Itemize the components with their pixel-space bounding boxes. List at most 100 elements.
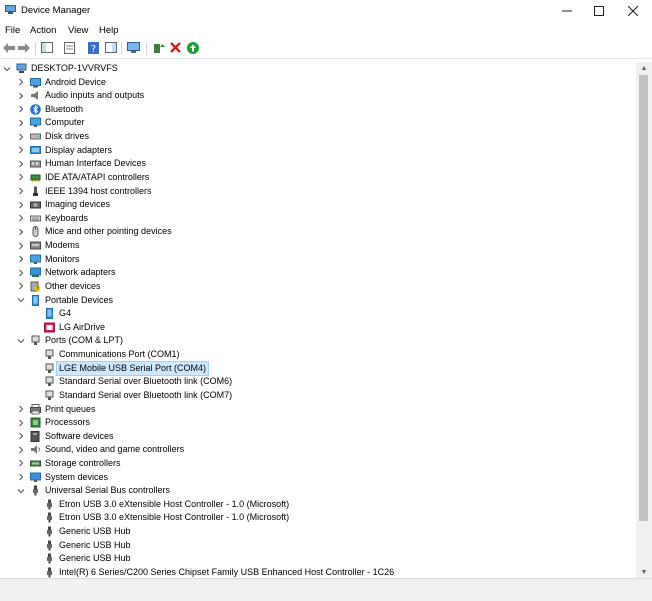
tree-device-node[interactable]: Generic USB Hub xyxy=(0,525,636,538)
tree-category-node[interactable]: Ports (COM & LPT) xyxy=(0,334,636,347)
chevron-right-icon[interactable] xyxy=(17,89,25,102)
scan-hardware-changes-button[interactable] xyxy=(127,41,140,54)
chevron-right-icon[interactable] xyxy=(17,403,25,416)
enable-device-button[interactable] xyxy=(186,41,199,54)
tree-device-node[interactable]: Generic USB Hub xyxy=(0,539,636,552)
tree-category-node[interactable]: Portable Devices xyxy=(0,294,636,307)
tree-node-label: Storage controllers xyxy=(45,457,121,468)
tree-device-node[interactable]: Generic USB Hub xyxy=(0,552,636,565)
chevron-right-icon[interactable] xyxy=(17,239,25,252)
tree-category-node[interactable]: Network adapters xyxy=(0,266,636,279)
device-tree[interactable]: DESKTOP-1VVRVFS Android Device Audio input… xyxy=(0,62,636,578)
tree-category-node[interactable]: IDE ATA/ATAPI controllers xyxy=(0,171,636,184)
tree-category-node[interactable]: Universal Serial Bus controllers xyxy=(0,484,636,497)
chevron-right-icon[interactable] xyxy=(17,198,25,211)
tree-node-label: System devices xyxy=(45,471,109,482)
vertical-scrollbar[interactable]: ▲ ▼ xyxy=(636,62,652,578)
tree-category-node[interactable]: Bluetooth xyxy=(0,103,636,116)
chevron-down-icon[interactable] xyxy=(17,294,25,307)
menu-help[interactable]: Help xyxy=(99,25,119,36)
forward-button[interactable] xyxy=(17,41,30,54)
chevron-right-icon[interactable] xyxy=(17,253,25,266)
tree-category-node[interactable]: IEEE 1394 host controllers xyxy=(0,185,636,198)
chevron-right-icon[interactable] xyxy=(17,157,25,170)
tree-node-label: Monitors xyxy=(45,253,80,264)
chevron-right-icon[interactable] xyxy=(17,76,25,89)
tree-category-node[interactable]: Android Device xyxy=(0,76,636,89)
chevron-right-icon[interactable] xyxy=(17,416,25,429)
chevron-right-icon[interactable] xyxy=(17,266,25,279)
chevron-right-icon[interactable] xyxy=(17,430,25,443)
menu-bar: File Action View Help xyxy=(0,22,652,38)
chevron-right-icon[interactable] xyxy=(17,212,25,225)
device-manager-app-icon xyxy=(5,5,16,14)
update-driver-button[interactable] xyxy=(152,41,165,54)
tree-device-node[interactable]: Intel(R) 6 Series/C200 Series Chipset Fa… xyxy=(0,566,636,578)
maximize-button[interactable] xyxy=(582,0,616,22)
chevron-right-icon[interactable] xyxy=(17,471,25,484)
sound-icon xyxy=(31,445,40,455)
scrollbar-thumb[interactable] xyxy=(639,75,648,521)
properties-button[interactable] xyxy=(63,41,76,54)
menu-action[interactable]: Action xyxy=(30,25,56,36)
tree-category-node[interactable]: Imaging devices xyxy=(0,198,636,211)
tree-category-node[interactable]: Storage controllers xyxy=(0,457,636,470)
minimize-icon xyxy=(562,10,572,12)
chevron-right-icon[interactable] xyxy=(17,130,25,143)
tree-category-node[interactable]: Display adapters xyxy=(0,144,636,157)
tree-category-node[interactable]: Monitors xyxy=(0,253,636,266)
chevron-right-icon[interactable] xyxy=(17,116,25,129)
back-button[interactable] xyxy=(2,41,15,54)
show-hide-action-pane-button[interactable] xyxy=(104,41,117,54)
tree-category-node[interactable]: Software devices xyxy=(0,430,636,443)
close-button[interactable] xyxy=(616,0,650,22)
chevron-right-icon[interactable] xyxy=(17,144,25,157)
tree-category-node[interactable]: Sound, video and game controllers xyxy=(0,443,636,456)
tree-category-node[interactable]: Modems xyxy=(0,239,636,252)
tree-node-label: Mice and other pointing devices xyxy=(45,226,172,237)
show-hide-console-tree-button[interactable] xyxy=(40,41,53,54)
tree-category-node[interactable]: Human Interface Devices xyxy=(0,157,636,170)
tree-category-node[interactable]: Processors xyxy=(0,416,636,429)
chevron-right-icon[interactable] xyxy=(17,185,25,198)
minimize-button[interactable] xyxy=(550,0,584,22)
tree-device-node[interactable]: Etron USB 3.0 eXtensible Host Controller… xyxy=(0,511,636,524)
tree-device-node[interactable]: Standard Serial over Bluetooth link (COM… xyxy=(0,375,636,388)
tree-device-node[interactable]: Communications Port (COM1) xyxy=(0,348,636,361)
tree-category-node[interactable]: Disk drives xyxy=(0,130,636,143)
help-button[interactable]: ? xyxy=(87,41,100,54)
maximize-icon xyxy=(594,6,604,16)
chevron-right-icon[interactable] xyxy=(17,443,25,456)
chevron-right-icon[interactable] xyxy=(17,171,25,184)
chevron-down-icon[interactable] xyxy=(3,62,11,75)
chevron-down-icon[interactable] xyxy=(17,334,25,347)
tree-device-node[interactable]: Etron USB 3.0 eXtensible Host Controller… xyxy=(0,498,636,511)
tree-category-node[interactable]: Keyboards xyxy=(0,212,636,225)
chevron-down-icon[interactable] xyxy=(17,484,25,497)
chevron-right-icon[interactable] xyxy=(17,103,25,116)
tree-category-node[interactable]: Mice and other pointing devices xyxy=(0,225,636,238)
tree-node-label: Imaging devices xyxy=(45,199,111,210)
monitor-icon xyxy=(30,254,41,264)
uninstall-device-button[interactable] xyxy=(169,41,182,54)
tree-device-node[interactable]: G4 xyxy=(0,307,636,320)
menu-view[interactable]: View xyxy=(68,25,88,36)
scroll-down-button[interactable]: ▼ xyxy=(636,566,652,578)
tree-device-node[interactable]: Standard Serial over Bluetooth link (COM… xyxy=(0,389,636,402)
chevron-right-icon[interactable] xyxy=(17,225,25,238)
tree-device-node[interactable]: LGE Mobile USB Serial Port (COM4) xyxy=(0,360,636,376)
tree-node-label: Other devices xyxy=(45,280,101,291)
tree-category-node[interactable]: Computer xyxy=(0,116,636,129)
tree-node-label: Android Device xyxy=(45,76,107,87)
chevron-right-icon[interactable] xyxy=(17,457,25,470)
tree-root-node[interactable]: DESKTOP-1VVRVFS xyxy=(0,62,636,75)
tree-category-node[interactable]: Audio inputs and outputs xyxy=(0,89,636,102)
scroll-up-button[interactable]: ▲ xyxy=(636,62,652,74)
tree-category-node[interactable]: ? Other devices xyxy=(0,280,636,293)
tree-category-node[interactable]: System devices xyxy=(0,471,636,484)
port-icon xyxy=(45,376,54,387)
menu-file[interactable]: File xyxy=(5,25,20,36)
tree-category-node[interactable]: Print queues xyxy=(0,403,636,416)
chevron-right-icon[interactable] xyxy=(17,280,25,293)
tree-device-node[interactable]: LG AirDrive xyxy=(0,321,636,334)
